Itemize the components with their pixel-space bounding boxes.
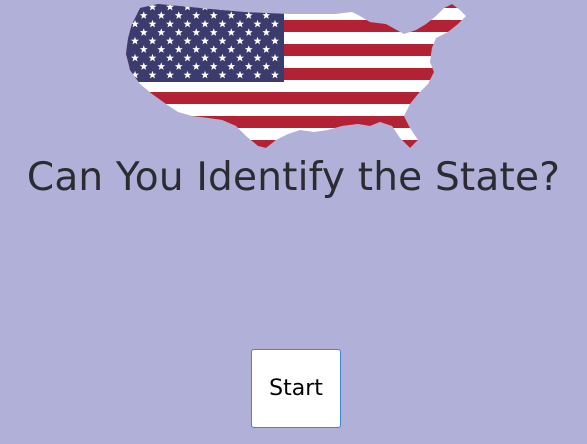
start-button[interactable]: Start — [251, 349, 341, 428]
page-background: Can You Identify the State? Start — [0, 0, 587, 444]
page-title: Can You Identify the State? — [26, 155, 561, 200]
us-map-flag-icon — [126, 4, 466, 148]
